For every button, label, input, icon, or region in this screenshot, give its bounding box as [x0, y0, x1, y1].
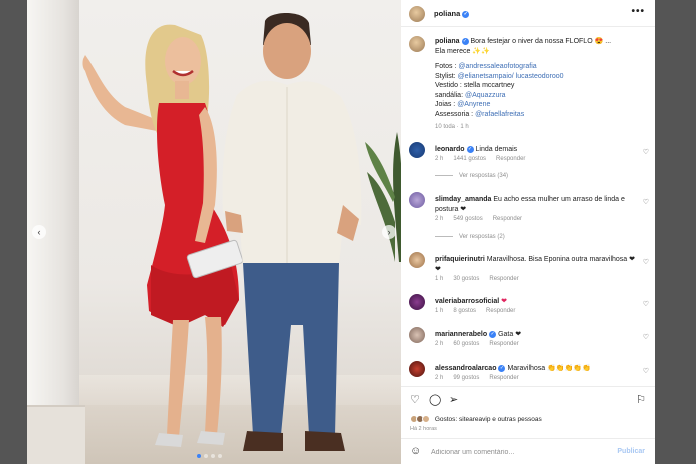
avatar[interactable]	[409, 327, 425, 343]
heart-icon[interactable]: ♡	[410, 393, 420, 406]
credit-label: Joias :	[435, 101, 456, 108]
caption-line-2: Ela merece ✨✨	[435, 47, 490, 55]
carousel-dot	[218, 454, 222, 458]
comment-likes[interactable]: 99 gostos	[453, 375, 479, 381]
reply-button[interactable]: Responder	[493, 216, 522, 222]
author-username[interactable]: poliana ✓	[434, 9, 470, 18]
comment-likes[interactable]: 60 gostos	[453, 341, 479, 347]
avatar[interactable]	[409, 252, 425, 268]
view-replies-button[interactable]: Ver respostas (34)	[435, 173, 508, 179]
comment-composer: ☺ Publicar	[401, 438, 655, 464]
reply-button[interactable]: Responder	[486, 308, 515, 314]
publish-button[interactable]: Publicar	[617, 448, 645, 455]
likes-summary[interactable]: Gostos: siteareavip e outras pessoas	[410, 415, 542, 423]
smile-icon[interactable]: ☺	[410, 445, 421, 457]
likes-text: Gostos: siteareavip e outras pessoas	[434, 415, 542, 423]
comment-text: Gata ❤	[498, 331, 522, 338]
comment-text: Maravilhosa 👏👏👏👏👏	[507, 365, 591, 372]
verified-icon: ✓	[462, 10, 470, 18]
man-figure	[222, 13, 362, 451]
caption-meta: 10 toda · 1 h	[435, 124, 469, 130]
credit-link[interactable]: @elianetsampaio/ lucasteodoroo0	[458, 73, 564, 80]
avatar[interactable]	[409, 294, 425, 310]
credit-label: Stylist:	[435, 72, 456, 80]
credit-value: stella mccartney	[463, 82, 515, 89]
comment-username[interactable]: leonardo	[435, 146, 465, 153]
comment-username[interactable]: prifaquierinutri	[435, 256, 485, 263]
carousel-dot	[211, 454, 215, 458]
verified-icon: ✓	[489, 330, 497, 338]
avatar[interactable]	[409, 6, 425, 22]
comment-time: 2 h	[435, 156, 444, 162]
reply-button[interactable]: Responder	[496, 156, 525, 162]
backdrop-left	[0, 0, 27, 464]
post-time: Há 2 horas	[410, 426, 437, 432]
comment-input[interactable]	[431, 445, 601, 459]
comment-username[interactable]: slimday_amanda	[435, 196, 491, 203]
credit-link[interactable]: @andressaleaofotografia	[458, 63, 536, 70]
comment-text: ❤	[501, 298, 508, 305]
action-bar: ♡ ◯ ➢ ⚐ Gostos: siteareavip e outras pes…	[401, 386, 655, 434]
avatar[interactable]	[409, 192, 425, 208]
reply-button[interactable]: Responder	[489, 375, 518, 381]
heart-icon[interactable]: ♡	[643, 258, 649, 266]
view-replies-button[interactable]: Ver respostas (2)	[435, 234, 505, 240]
verified-icon: ✓	[498, 364, 506, 372]
more-options-icon[interactable]: •••	[631, 6, 645, 17]
comment-text: Linda demais	[475, 146, 518, 153]
caption-line-1: Bora festejar o niver da nossa FLOFLO 😍 …	[470, 38, 612, 45]
comment-likes[interactable]: 549 gostos	[453, 216, 482, 222]
next-photo-button[interactable]: ›	[382, 225, 396, 239]
send-icon[interactable]: ➢	[449, 393, 458, 406]
avatar	[422, 415, 430, 423]
carousel-dot	[204, 454, 208, 458]
credit-link[interactable]: @Aquazzura	[465, 92, 506, 99]
comment-username[interactable]: alessandroalarcao	[435, 365, 496, 372]
post-photo[interactable]: ‹ ›	[27, 0, 401, 464]
avatar[interactable]	[409, 142, 425, 158]
heart-icon[interactable]: ♡	[643, 333, 649, 341]
prev-photo-button[interactable]: ‹	[32, 225, 46, 239]
verified-icon: ✓	[461, 37, 469, 45]
comment-likes[interactable]: 1441 gostos	[453, 156, 486, 162]
credit-link[interactable]: @rafaellafreitas	[475, 111, 524, 118]
credit-label: Vestido :	[435, 82, 462, 89]
heart-icon[interactable]: ♡	[643, 367, 649, 375]
post-header: poliana ✓ •••	[401, 0, 655, 27]
verified-icon: ✓	[466, 145, 474, 153]
comment-likes[interactable]: 8 gostos	[453, 308, 476, 314]
comment-icon[interactable]: ◯	[429, 393, 441, 406]
reply-button[interactable]: Responder	[489, 276, 518, 282]
heart-icon[interactable]: ♡	[643, 148, 649, 156]
carousel-dot	[197, 454, 201, 458]
comment-time: 2 h	[435, 375, 444, 381]
credit-label: Assessoria :	[435, 110, 474, 118]
carousel-dots	[197, 454, 222, 458]
comment-time: 1 h	[435, 276, 444, 282]
caption-username[interactable]: poliana	[435, 38, 460, 45]
credit-link[interactable]: @Anyrene	[457, 101, 490, 108]
comment-username[interactable]: mariannerabelo	[435, 331, 487, 338]
avatar[interactable]	[409, 361, 425, 377]
avatar[interactable]	[409, 36, 425, 52]
post-panel: poliana ✓ ••• poliana ✓ Bora festejar o ni…	[401, 0, 655, 464]
bookmark-icon[interactable]: ⚐	[636, 393, 646, 406]
reply-button[interactable]: Responder	[489, 341, 518, 347]
comment-username[interactable]: valeriabarrosoficial	[435, 298, 499, 305]
heart-icon[interactable]: ♡	[643, 198, 649, 206]
backdrop-right	[655, 0, 696, 464]
comment-time: 2 h	[435, 341, 444, 347]
heart-icon[interactable]: ♡	[643, 300, 649, 308]
comment-likes[interactable]: 30 gostos	[453, 276, 479, 282]
comment-time: 2 h	[435, 216, 444, 222]
credit-label: Fotos :	[435, 63, 457, 70]
comment-time: 1 h	[435, 308, 444, 314]
credit-label: sandália:	[435, 91, 464, 99]
